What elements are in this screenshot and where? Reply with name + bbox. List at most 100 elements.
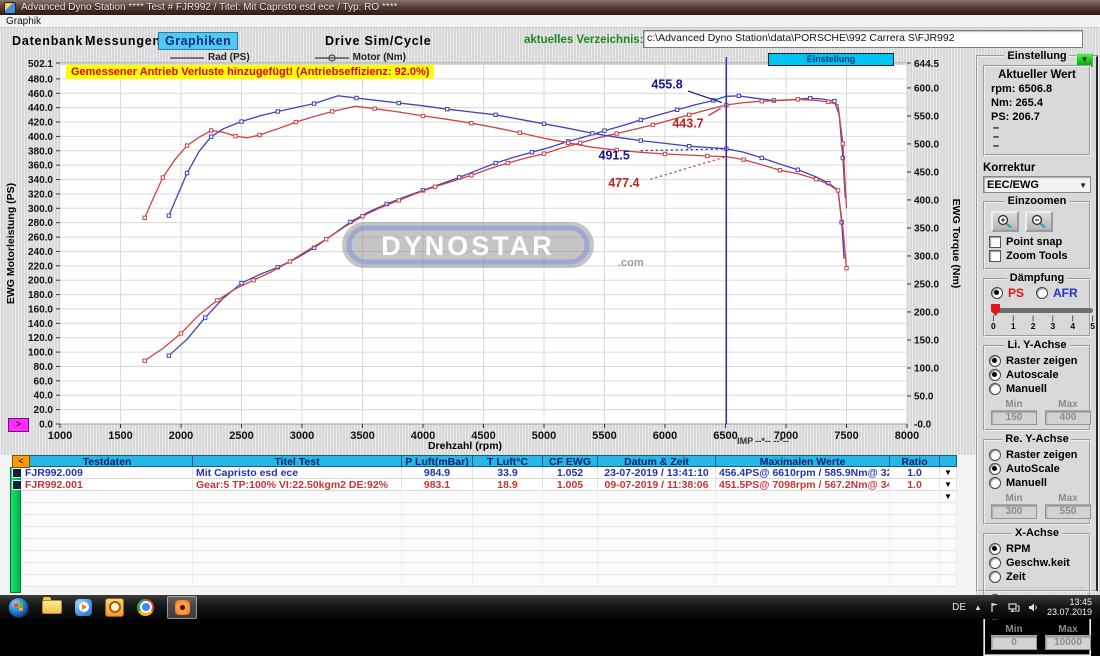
zoom-box-title: Einzoomen: [1005, 195, 1070, 207]
correction-section: Korrektur EEC/EWG: [983, 162, 1091, 193]
svg-text:80.0: 80.0: [34, 362, 54, 373]
taskbar-clock[interactable]: 13:45 23.07.2019: [1047, 597, 1092, 617]
row-dropdown-icon[interactable]: ▼: [940, 479, 957, 491]
dyno-app-taskbar-button[interactable]: [167, 596, 197, 619]
tab-graphiken[interactable]: Graphiken: [158, 32, 238, 50]
network-icon[interactable]: [1008, 602, 1020, 613]
dyno-app-icon: [175, 600, 190, 615]
right-y-min-field[interactable]: 300: [991, 505, 1037, 519]
svg-text:200.0: 200.0: [28, 276, 53, 287]
left-y-axis-box: Li. Y-Achse Raster zeigenAutoscaleManuel…: [983, 345, 1091, 431]
table-row[interactable]: FJR992.009Mit Capristo esd ece984.933.91…: [22, 467, 958, 479]
slider-thumb[interactable]: [991, 304, 1000, 316]
svg-text:2000: 2000: [169, 430, 193, 442]
svg-text:400.0: 400.0: [28, 132, 53, 143]
annotation-label: 477.4: [608, 176, 639, 190]
x-max-field[interactable]: 10000: [1045, 636, 1091, 650]
window-titlebar[interactable]: Advanced Dyno Station **** Test # FJR992…: [0, 0, 1100, 15]
zoom-out-button[interactable]: [1025, 211, 1053, 232]
radio-zeit[interactable]: Zeit: [989, 571, 1085, 583]
column-header[interactable]: Datum & Zeit: [598, 455, 716, 467]
svg-text:50.0: 50.0: [914, 391, 934, 402]
current-directory-input[interactable]: c:\Advanced Dyno Station\data\PORSCHE\99…: [643, 30, 1083, 48]
dyno-plot[interactable]: 502.1480.0460.0440.0420.0400.0380.0360.0…: [0, 52, 978, 455]
svg-text:550.0: 550.0: [914, 111, 939, 122]
checkbox-point-snap[interactable]: Point snap: [989, 236, 1085, 248]
tray-expand-icon[interactable]: ▲: [974, 603, 982, 612]
column-header[interactable]: T Luft°C: [473, 455, 543, 467]
current-value-title: Aktueller Wert: [989, 69, 1085, 81]
left-y-axis-title: Li. Y-Achse: [1004, 339, 1069, 351]
radio-manuell[interactable]: Manuell: [989, 383, 1085, 395]
right-y-max-field[interactable]: 550: [1045, 505, 1091, 519]
x-min-field[interactable]: 0: [991, 636, 1037, 650]
zoom-in-button[interactable]: [991, 211, 1019, 232]
tab-datenbank[interactable]: Datenbank: [12, 34, 83, 48]
row-selector[interactable]: [12, 468, 22, 478]
screen-capture-icon[interactable]: [105, 598, 124, 617]
app-workspace: DatenbankMessungenGraphiken Drive Sim/Cyc…: [0, 28, 1100, 595]
row-dropdown-icon[interactable]: ▼: [940, 491, 957, 503]
left-y-min-field[interactable]: 150: [991, 411, 1037, 425]
row-dropdown-icon[interactable]: ▼: [940, 467, 957, 479]
damping-slider[interactable]: [991, 304, 1083, 316]
left-y-max-field[interactable]: 400: [1045, 411, 1091, 425]
svg-text:200.0: 200.0: [914, 307, 939, 318]
row-selector[interactable]: [12, 480, 22, 490]
media-player-icon[interactable]: [75, 599, 92, 616]
checkbox-zoom-tools[interactable]: Zoom Tools: [989, 250, 1085, 262]
radio-raster-zeigen[interactable]: Raster zeigen: [989, 355, 1085, 367]
svg-text:3000: 3000: [290, 430, 314, 442]
radio-rpm[interactable]: RPM: [989, 543, 1085, 555]
language-indicator[interactable]: DE: [952, 602, 966, 613]
radio-manuell[interactable]: Manuell: [989, 477, 1085, 489]
dash-placeholder: –: [993, 124, 1085, 132]
volume-icon[interactable]: [1028, 602, 1039, 613]
radio-afr[interactable]: AFR: [1036, 286, 1078, 300]
column-header[interactable]: [940, 455, 957, 467]
radio-geschw-keit[interactable]: Geschw.keit: [989, 557, 1085, 569]
column-header[interactable]: Ratio: [890, 455, 940, 467]
correction-dropdown[interactable]: EEC/EWG: [983, 176, 1091, 193]
clock-time: 13:45: [1047, 597, 1092, 607]
checkbox-icon: [989, 236, 1001, 248]
table-header-row: TestdatenTitel TestP Luft(mBar)T Luft°CC…: [22, 455, 958, 467]
action-center-flag-icon[interactable]: [990, 602, 1000, 613]
radio-autoscale[interactable]: AutoScale: [989, 463, 1085, 475]
collapse-table-button[interactable]: <: [12, 455, 30, 468]
option-label: RPM: [1006, 543, 1030, 555]
radio-autoscale[interactable]: Autoscale: [989, 369, 1085, 381]
correction-label: Korrektur: [983, 162, 1091, 174]
svg-text:8000: 8000: [895, 430, 919, 442]
svg-text:Drehzahl (rpm): Drehzahl (rpm): [428, 440, 502, 452]
column-header[interactable]: CF EWG: [543, 455, 598, 467]
current-ps: PS: 206.7: [991, 111, 1085, 123]
start-button[interactable]: [8, 597, 29, 618]
svg-text:250.0: 250.0: [914, 279, 939, 290]
svg-text:1000: 1000: [48, 430, 72, 442]
svg-text:644.5: 644.5: [914, 59, 939, 70]
menu-item-graphik[interactable]: Graphik: [6, 16, 41, 27]
tab-drive-sim-cycle[interactable]: Drive Sim/Cycle: [325, 34, 432, 48]
column-header[interactable]: Maximalen Werte: [716, 455, 890, 467]
svg-text:320.0: 320.0: [28, 189, 53, 200]
svg-text:3500: 3500: [350, 430, 374, 442]
svg-text:350.0: 350.0: [914, 223, 939, 234]
tab-messungen[interactable]: Messungen: [85, 34, 161, 48]
table-row[interactable]: FJR992.001Gear:5 TP:100% VI:22.50kgm2 DE…: [22, 479, 958, 491]
radio-ps[interactable]: PS: [991, 286, 1024, 300]
einstellung-button[interactable]: Einstellung: [768, 53, 894, 66]
column-header[interactable]: Testdaten: [22, 455, 193, 467]
file-explorer-icon[interactable]: [42, 600, 62, 614]
svg-text:160.0: 160.0: [28, 304, 53, 315]
min-label: Min: [991, 493, 1037, 505]
menu-bar: Graphik: [0, 15, 1100, 28]
chrome-icon[interactable]: [137, 599, 154, 616]
column-header[interactable]: P Luft(mBar): [402, 455, 473, 467]
next-page-button[interactable]: >: [8, 418, 29, 432]
radio-raster-zeigen[interactable]: Raster zeigen: [989, 449, 1085, 461]
column-header[interactable]: Titel Test: [193, 455, 402, 467]
min-label: Min: [991, 624, 1037, 636]
svg-text:260.0: 260.0: [28, 233, 53, 244]
svg-text:IMP --*-- --*--: IMP --*-- --*--: [737, 436, 789, 446]
